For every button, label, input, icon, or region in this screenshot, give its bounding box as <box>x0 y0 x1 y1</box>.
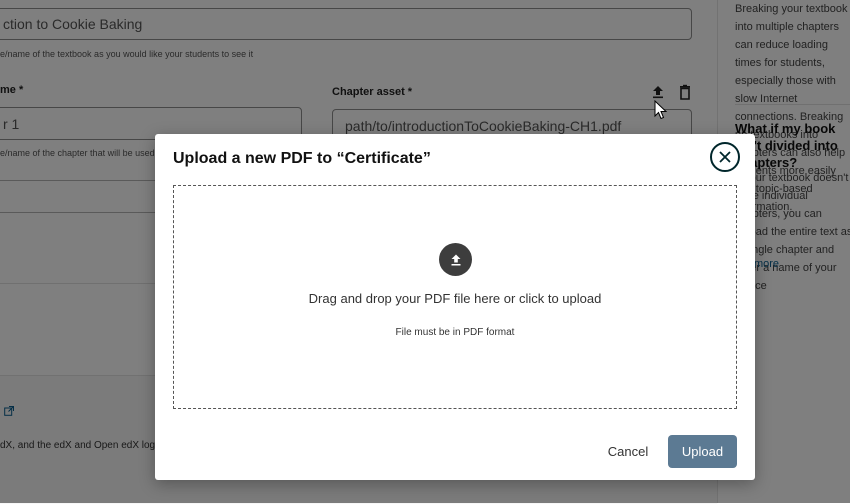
close-icon <box>719 151 731 163</box>
pdf-dropzone[interactable]: Drag and drop your PDF file here or clic… <box>173 185 737 409</box>
upload-pdf-modal: Upload a new PDF to “Certificate” Drag a… <box>155 134 755 480</box>
cancel-button[interactable]: Cancel <box>595 435 661 467</box>
mouse-cursor-icon <box>654 99 668 120</box>
upload-icon <box>439 243 472 276</box>
close-button[interactable] <box>710 142 740 172</box>
dropzone-format-hint: File must be in PDF format <box>395 327 515 338</box>
upload-button[interactable]: Upload <box>668 435 737 468</box>
modal-title: Upload a new PDF to “Certificate” <box>173 150 431 167</box>
dropzone-instructions: Drag and drop your PDF file here or clic… <box>308 291 602 306</box>
